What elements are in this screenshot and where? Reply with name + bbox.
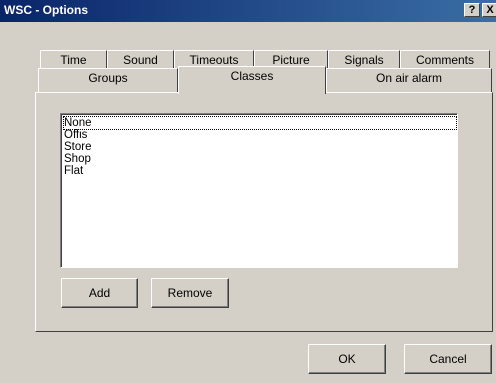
tab-groups[interactable]: Groups [38, 68, 178, 92]
tab-classes[interactable]: Classes [178, 66, 326, 94]
help-button[interactable]: ? [464, 3, 480, 17]
tab-signals[interactable]: Signals [328, 50, 400, 68]
list-item[interactable]: Offis [64, 129, 456, 141]
cancel-button[interactable]: Cancel [404, 344, 492, 374]
list-item[interactable]: Shop [64, 153, 456, 165]
add-button[interactable]: Add [61, 278, 138, 308]
classes-list[interactable]: None Offis Store Shop Flat [60, 113, 458, 268]
list-item[interactable]: Store [64, 141, 456, 153]
title-bar[interactable]: WSC - Options ? X [0, 0, 496, 22]
options-window: WSC - Options ? X Time Sound Timeouts Pi… [0, 0, 496, 383]
close-button[interactable]: X [482, 3, 496, 17]
tab-time[interactable]: Time [40, 50, 107, 68]
tab-sound[interactable]: Sound [107, 50, 174, 68]
tab-comments[interactable]: Comments [400, 50, 490, 68]
window-title: WSC - Options [4, 3, 88, 17]
remove-button[interactable]: Remove [151, 278, 229, 308]
tab-on-air-alarm[interactable]: On air alarm [326, 68, 492, 92]
list-item-selected[interactable]: None [63, 116, 457, 130]
ok-button[interactable]: OK [308, 344, 386, 374]
list-item[interactable]: Flat [64, 165, 456, 177]
